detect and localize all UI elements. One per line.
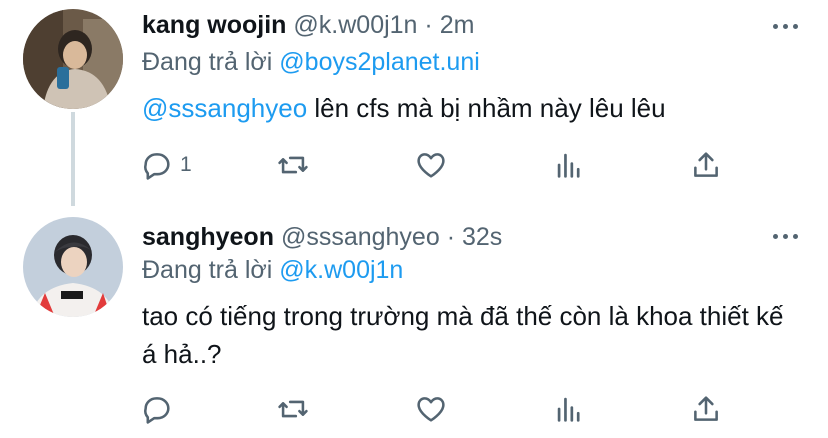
replying-to-mention[interactable]: @k.w00j1n (279, 256, 403, 284)
avatar-photo (23, 217, 123, 317)
replying-to: Đang trả lời @k.w00j1n (142, 256, 403, 285)
replying-to: Đang trả lời @boys2planet.uni (142, 48, 480, 77)
stats-icon (557, 397, 580, 422)
timestamp[interactable]: 32s (462, 223, 502, 251)
action-bar (140, 387, 740, 431)
separator: · (424, 11, 433, 39)
user-handle[interactable]: @k.w00j1n (293, 11, 417, 39)
tweet-sanghyeon[interactable]: sanghyeon @sssanghyeo · 32s Đang trả lời… (0, 200, 828, 438)
action-bar: 1 (140, 143, 740, 187)
share-button[interactable] (689, 387, 723, 431)
more-icon[interactable] (768, 226, 802, 246)
timestamp[interactable]: 2m (440, 11, 475, 39)
display-name[interactable]: sanghyeon (142, 223, 274, 251)
reply-count: 1 (180, 153, 192, 176)
analytics-button[interactable] (552, 387, 586, 431)
like-icon (417, 397, 445, 422)
like-button[interactable] (414, 387, 448, 431)
avatar-photo (23, 9, 123, 109)
retweet-icon (278, 156, 308, 174)
tweet-text: @sssanghyeo lên cfs mà bị nhầm này lêu l… (142, 89, 788, 127)
stats-icon (557, 153, 580, 178)
share-button[interactable] (689, 143, 723, 187)
tweet-kang-woojin[interactable]: kang woojin @k.w00j1n · 2m Đang trả lời … (0, 0, 828, 206)
separator: · (446, 223, 456, 251)
tweet-header: kang woojin @k.w00j1n · 2m (142, 5, 768, 45)
tweet-text: tao có tiếng trong trường mà đã thế còn … (142, 297, 788, 373)
body-text: tao có tiếng trong trường mà đã thế còn … (142, 301, 784, 369)
reply-button[interactable]: 1 (140, 143, 192, 187)
retweet-icon (278, 400, 308, 418)
reply-icon (144, 153, 170, 180)
reply-button[interactable] (140, 387, 180, 431)
display-name[interactable]: kang woojin (142, 11, 286, 39)
replying-to-label: Đang trả lời (142, 256, 280, 284)
body-mention[interactable]: @sssanghyeo (142, 93, 307, 123)
body-text: lên cfs mà bị nhầm này lêu lêu (307, 93, 666, 123)
avatar[interactable] (23, 9, 123, 109)
more-icon[interactable] (768, 16, 802, 36)
analytics-button[interactable] (552, 143, 586, 187)
thread-line (71, 112, 75, 206)
retweet-button[interactable] (276, 143, 310, 187)
avatar[interactable] (23, 217, 123, 317)
share-icon (694, 396, 718, 421)
replying-to-mention[interactable]: @boys2planet.uni (279, 48, 480, 76)
like-icon (417, 153, 445, 178)
retweet-button[interactable] (276, 387, 310, 431)
tweet-header: sanghyeon @sssanghyeo · 32s (142, 217, 768, 257)
user-handle[interactable]: @sssanghyeo (281, 223, 440, 251)
share-icon (694, 152, 718, 177)
like-button[interactable] (414, 143, 448, 187)
reply-icon (144, 397, 170, 424)
replying-to-label: Đang trả lời (142, 48, 280, 76)
